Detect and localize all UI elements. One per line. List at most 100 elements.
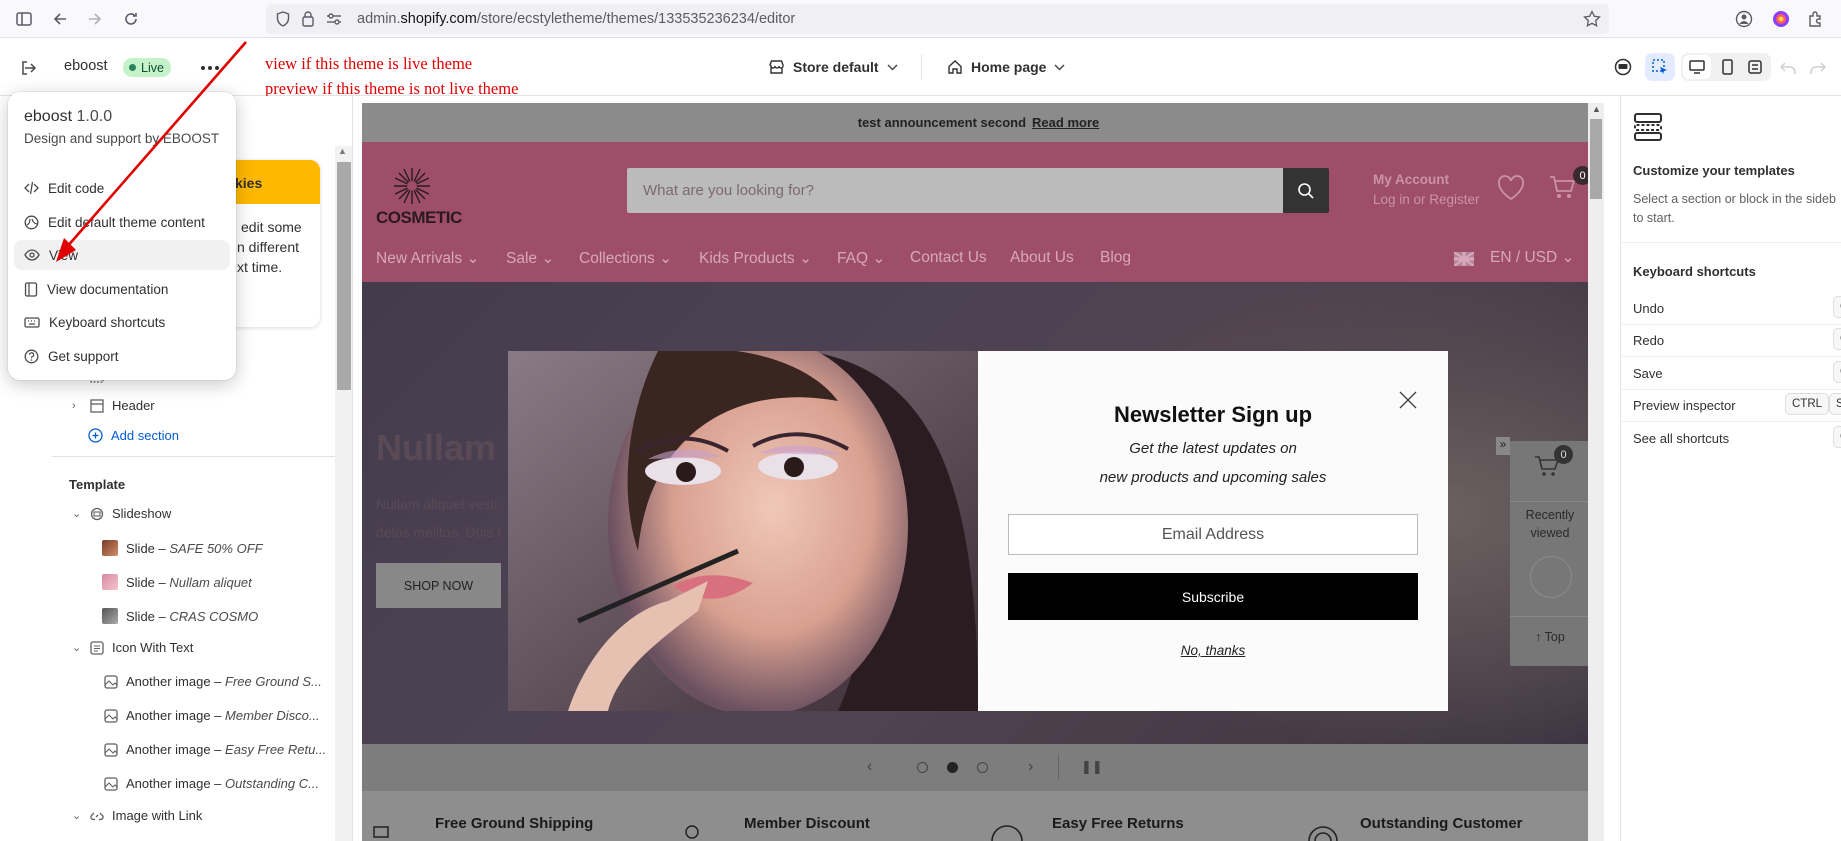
panel-description-1: Select a section or block in the sideb — [1633, 192, 1836, 206]
sections-icon[interactable] — [1612, 56, 1634, 78]
sidebar-item-image-2[interactable]: Another image – Member Disco... — [104, 708, 320, 723]
shortcuts-heading: Keyboard shortcuts — [1633, 264, 1756, 279]
scrollbar-thumb[interactable] — [337, 162, 351, 390]
menu-item-view-documentation[interactable]: View documentation — [14, 274, 230, 304]
no-thanks-link[interactable]: No, thanks — [978, 643, 1448, 658]
sidebar-item-slide-3[interactable]: Slide – CRAS COSMO — [102, 608, 258, 624]
theme-actions-menu: eboost 1.0.0 Design and support by EBOOS… — [8, 92, 236, 380]
store-logo[interactable]: COSMETIC — [376, 166, 462, 228]
popup-title: Newsletter Sign up — [1113, 402, 1313, 427]
url-text: admin.shopify.com/store/ecstyletheme/the… — [357, 11, 796, 27]
address-bar[interactable]: admin.shopify.com/store/ecstyletheme/the… — [266, 4, 1609, 34]
sidebar-item-icon-with-text[interactable]: ⌄ Icon With Text — [72, 640, 193, 655]
menu-item-edit-code[interactable]: Edit code — [14, 173, 230, 203]
feature-member-discount: Member Discount — [744, 815, 870, 832]
reload-icon[interactable] — [121, 9, 141, 29]
sidebar-item-image-1[interactable]: Another image – Free Ground S... — [104, 674, 322, 689]
next-slide-icon[interactable]: › — [1028, 758, 1033, 776]
search-button[interactable] — [1283, 168, 1329, 213]
account-icon[interactable] — [1734, 9, 1754, 29]
scroll-up-icon[interactable]: ▲ — [338, 146, 347, 156]
collapse-double-chevron-icon[interactable]: » — [1496, 437, 1510, 455]
wishlist-heart-icon[interactable] — [1496, 174, 1526, 202]
menu-item-keyboard-shortcuts[interactable]: Keyboard shortcuts — [14, 307, 230, 337]
store-search-input[interactable]: What are you looking for? — [627, 168, 1313, 213]
pause-icon[interactable]: ❚❚ — [1081, 759, 1103, 775]
sidebar-scrollbar[interactable] — [335, 146, 352, 841]
forward-icon[interactable] — [85, 9, 105, 29]
sidebar-item-slide-2[interactable]: Slide – Nullam aliquet — [102, 574, 252, 590]
sidebar-toggle-icon[interactable] — [14, 9, 34, 29]
sidebar-item-header[interactable]: › Header — [72, 398, 155, 413]
page-selector[interactable]: Home page — [947, 56, 1065, 78]
desktop-view-icon[interactable] — [1683, 55, 1711, 79]
cookie-text: edit some n different xt time. — [237, 219, 302, 275]
image-icon — [104, 674, 118, 689]
mobile-view-icon[interactable] — [1713, 55, 1741, 79]
shortcut-redo-label: Redo — [1633, 333, 1665, 348]
sidebar-item-slideshow[interactable]: ⌄ Slideshow — [72, 506, 171, 521]
back-to-top-button[interactable]: ↑ Top — [1510, 630, 1590, 644]
divider — [1510, 501, 1590, 502]
nav-item-collections[interactable]: Collections ⌄ — [579, 249, 672, 268]
add-section-button[interactable]: Add section — [88, 428, 179, 443]
shop-now-button[interactable]: SHOP NOW — [376, 563, 501, 608]
extension-color-icon[interactable] — [1771, 9, 1791, 29]
announcement-link[interactable]: Read more — [1032, 115, 1099, 130]
popover-title: eboost 1.0.0 — [24, 108, 113, 125]
truck-icon — [373, 824, 397, 840]
slide-dot[interactable] — [917, 762, 928, 773]
nav-item-blog[interactable]: Blog — [1100, 249, 1131, 267]
feature-free-returns: Easy Free Returns — [1052, 815, 1184, 832]
menu-item-edit-default-content[interactable]: Edit default theme content — [14, 207, 230, 237]
shortcut-key: C — [1833, 328, 1841, 350]
nav-item-contact-us[interactable]: Contact Us — [910, 249, 987, 267]
chevron-right-icon: › — [72, 399, 76, 412]
login-register-link[interactable]: Log in or Register — [1373, 192, 1480, 207]
permissions-icon[interactable] — [326, 12, 342, 26]
undo-icon[interactable] — [1778, 58, 1798, 78]
nav-item-faq[interactable]: FAQ ⌄ — [837, 249, 885, 268]
language-icon — [24, 215, 39, 229]
popup-content: Newsletter Sign up Get the latest update… — [978, 351, 1448, 711]
fullscreen-icon[interactable] — [1741, 55, 1769, 79]
nav-item-new-arrivals[interactable]: New Arrivals ⌄ — [376, 249, 479, 268]
shortcut-key: SH — [1829, 393, 1841, 415]
store-header: COSMETIC What are you looking for? My Ac… — [362, 142, 1595, 282]
bookmark-star-icon[interactable] — [1583, 10, 1601, 28]
nav-item-kids-products[interactable]: Kids Products ⌄ — [699, 249, 812, 268]
image-icon — [104, 742, 118, 757]
email-field[interactable]: Email Address — [1008, 514, 1418, 555]
sidebar-item-image-4[interactable]: Another image – Outstanding C... — [104, 776, 319, 791]
nav-item-about-us[interactable]: About Us — [1010, 249, 1074, 267]
subscribe-button[interactable]: Subscribe — [1008, 573, 1418, 620]
scroll-up-icon[interactable]: ▲ — [1592, 104, 1601, 114]
prev-slide-icon[interactable]: ‹ — [867, 758, 872, 776]
shortcut-key: C — [1833, 426, 1841, 448]
chevron-down-icon — [1054, 63, 1065, 71]
scrollbar-thumb[interactable] — [1590, 119, 1602, 199]
divider — [921, 54, 922, 80]
theme-preview: test announcement second Read more COSMET… — [362, 103, 1595, 841]
nav-item-sale[interactable]: Sale ⌄ — [506, 249, 554, 268]
sidebar-item-slide-1[interactable]: Slide – SAFE 50% OFF — [102, 540, 263, 556]
slide-dot[interactable] — [977, 762, 988, 773]
sidebar-item-image-with-link[interactable]: ⌄ Image with Link — [72, 808, 202, 823]
extensions-puzzle-icon[interactable] — [1806, 9, 1826, 29]
redo-icon[interactable] — [1808, 58, 1828, 78]
sidebar-item-image-3[interactable]: Another image – Easy Free Retu... — [104, 742, 326, 757]
exit-icon[interactable] — [18, 58, 38, 78]
menu-item-get-support[interactable]: Get support — [14, 341, 230, 371]
store-selector[interactable]: Store default — [768, 56, 898, 78]
chevron-down-icon — [887, 63, 898, 71]
menu-item-view[interactable]: View — [14, 240, 230, 270]
preview-scrollbar[interactable] — [1588, 103, 1604, 841]
back-icon[interactable] — [50, 9, 70, 29]
inspector-icon[interactable] — [1645, 53, 1675, 81]
see-all-shortcuts-link[interactable]: See all shortcuts — [1633, 431, 1729, 446]
locale-selector[interactable]: EN / USD ⌄ — [1490, 248, 1574, 267]
keyboard-icon — [24, 316, 40, 328]
popup-model-image — [508, 351, 978, 711]
more-actions-icon[interactable] — [198, 58, 222, 78]
slide-dot-active[interactable] — [947, 762, 958, 773]
